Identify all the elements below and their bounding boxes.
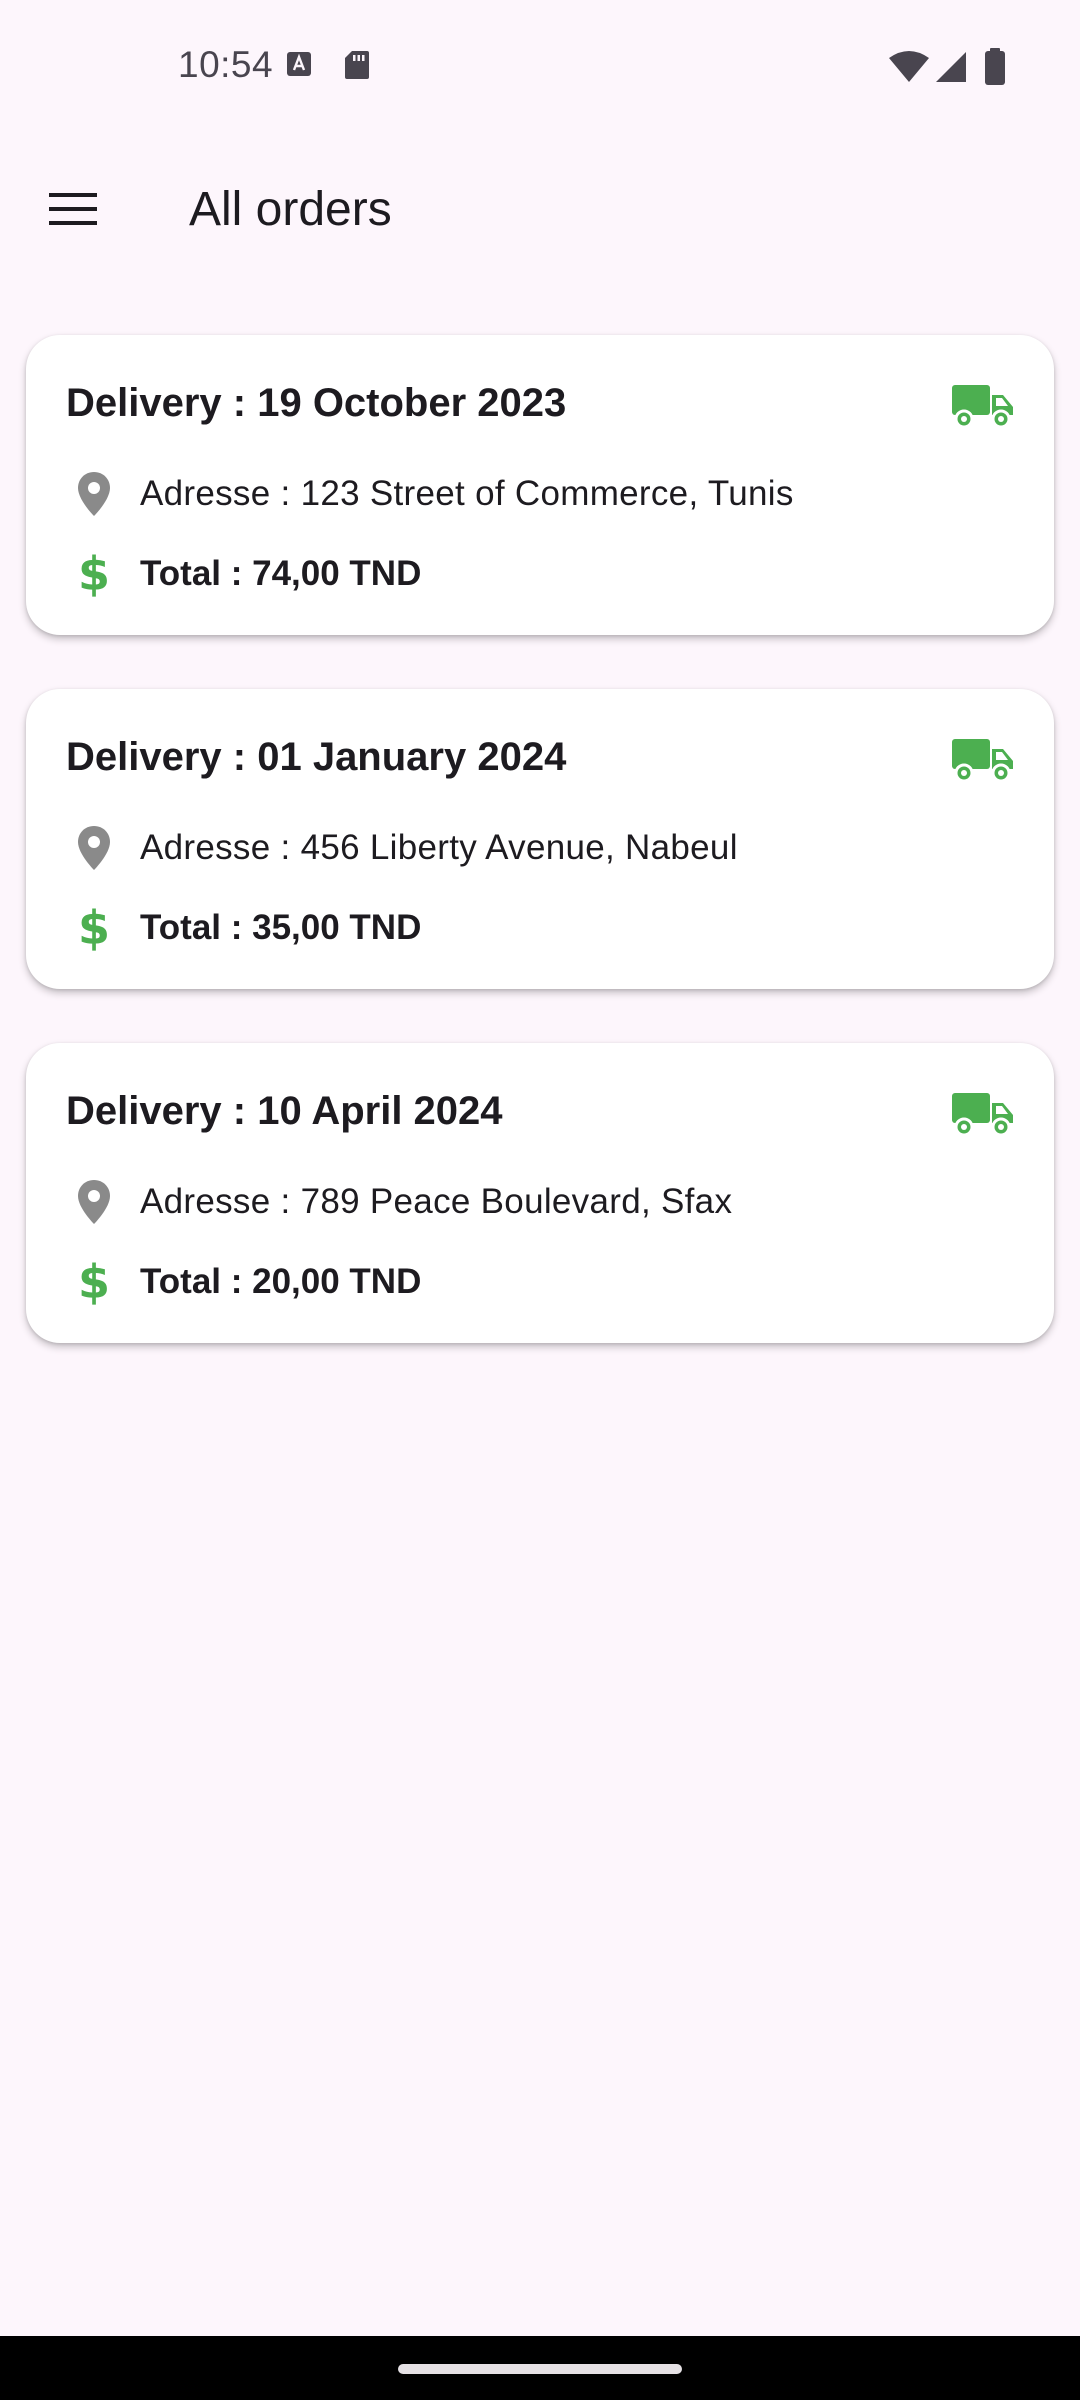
status-time: 10:54 bbox=[178, 44, 274, 85]
home-gesture-handle[interactable] bbox=[398, 2364, 682, 2374]
truck-icon bbox=[952, 1091, 1014, 1142]
total-row: $ Total : 20,00 TND bbox=[72, 1259, 421, 1305]
address-row: Adresse : 123 Street of Commerce, Tunis bbox=[72, 471, 794, 517]
order-card[interactable]: Delivery : 10 April 2024 Adresse : 789 P… bbox=[26, 1043, 1054, 1343]
order-address: Adresse : 789 Peace Boulevard, Sfax bbox=[140, 1182, 733, 1221]
order-card[interactable]: Delivery : 01 January 2024 Adresse : 456… bbox=[26, 689, 1054, 989]
menu-icon bbox=[49, 191, 97, 232]
location-pin-icon bbox=[72, 471, 116, 517]
wifi-icon bbox=[888, 50, 930, 89]
order-address: Adresse : 123 Street of Commerce, Tunis bbox=[140, 474, 794, 513]
status-bar: 10:54 bbox=[0, 0, 1080, 132]
location-pin-icon bbox=[72, 825, 116, 871]
menu-button[interactable] bbox=[28, 166, 118, 256]
order-card[interactable]: Delivery : 19 October 2023 Adresse : 123… bbox=[26, 335, 1054, 635]
order-total: Total : 74,00 TND bbox=[140, 554, 422, 593]
page-title: All orders bbox=[189, 183, 392, 236]
dollar-icon: $ bbox=[77, 547, 110, 601]
total-row: $ Total : 74,00 TND bbox=[72, 551, 421, 597]
address-row: Adresse : 456 Liberty Avenue, Nabeul bbox=[72, 825, 738, 871]
order-address: Adresse : 456 Liberty Avenue, Nabeul bbox=[140, 828, 738, 867]
order-delivery-date: Delivery : 19 October 2023 bbox=[66, 381, 567, 425]
keyboard-notification-icon bbox=[286, 50, 312, 83]
truck-icon bbox=[952, 737, 1014, 788]
address-row: Adresse : 789 Peace Boulevard, Sfax bbox=[72, 1179, 732, 1225]
dollar-icon: $ bbox=[77, 901, 110, 955]
system-navigation-bar bbox=[0, 2336, 1080, 2400]
battery-icon bbox=[984, 48, 1006, 91]
truck-icon bbox=[952, 383, 1014, 434]
order-total: Total : 35,00 TND bbox=[140, 908, 422, 947]
order-total: Total : 20,00 TND bbox=[140, 1262, 422, 1301]
orders-list: Delivery : 19 October 2023 Adresse : 123… bbox=[26, 335, 1054, 1397]
dollar-icon: $ bbox=[77, 1255, 110, 1309]
order-delivery-date: Delivery : 01 January 2024 bbox=[66, 735, 567, 779]
signal-icon bbox=[934, 50, 968, 89]
order-delivery-date: Delivery : 10 April 2024 bbox=[66, 1089, 503, 1133]
app-bar: All orders bbox=[0, 132, 1080, 288]
sd-card-icon bbox=[344, 50, 370, 85]
total-row: $ Total : 35,00 TND bbox=[72, 905, 421, 951]
location-pin-icon bbox=[72, 1179, 116, 1225]
